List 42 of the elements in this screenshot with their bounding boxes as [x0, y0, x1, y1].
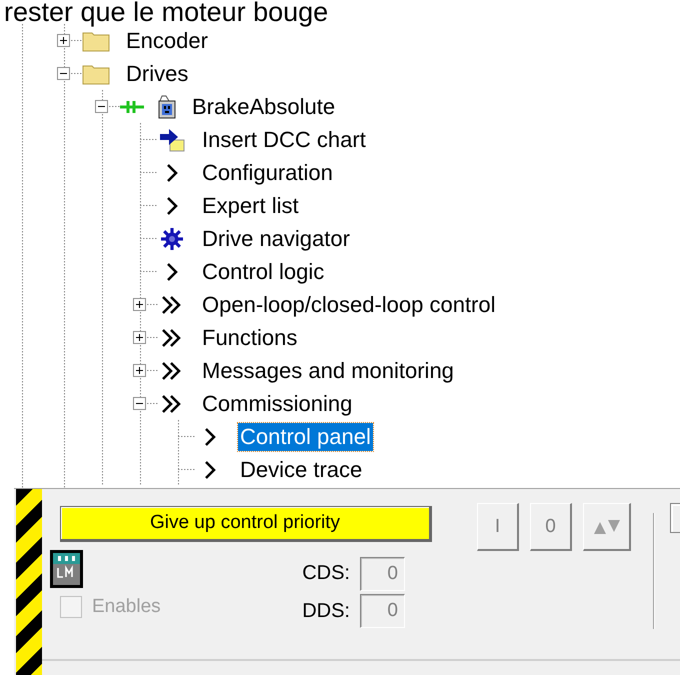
- up-down-button[interactable]: [583, 503, 631, 551]
- folder-icon: [82, 62, 110, 84]
- tree-item[interactable]: Expert list: [200, 192, 301, 220]
- tree-item[interactable]: Messages and monitoring: [200, 356, 456, 384]
- enables-label: Enables: [92, 596, 161, 618]
- expand-button[interactable]: [57, 34, 70, 47]
- collapse-button[interactable]: [133, 397, 146, 410]
- tree-item[interactable]: BrakeAbsolute: [190, 92, 338, 120]
- tree-item[interactable]: Configuration: [200, 158, 335, 186]
- tree-item[interactable]: Drive navigator: [200, 224, 352, 252]
- lm-icon[interactable]: [50, 550, 83, 588]
- expand-button[interactable]: [133, 331, 146, 344]
- folder-icon: [82, 30, 110, 52]
- arrow-document-icon: [158, 128, 186, 152]
- tree-item[interactable]: Encoder: [124, 26, 210, 54]
- tree-item[interactable]: Control logic: [200, 258, 326, 286]
- device-icon: [158, 94, 176, 118]
- tree-item[interactable]: Open-loop/closed-loop control: [200, 290, 498, 318]
- double-chevron-icon: [161, 328, 183, 348]
- chevron-icon: [165, 162, 179, 182]
- chevron-icon: [203, 460, 217, 480]
- gear-icon: [158, 226, 186, 250]
- collapse-button[interactable]: [95, 100, 108, 113]
- tree-item[interactable]: Control panel: [238, 422, 373, 450]
- tree-item[interactable]: Drives: [124, 60, 190, 88]
- cds-label: CDS:: [301, 562, 350, 585]
- double-chevron-icon: [161, 294, 183, 314]
- chevron-icon: [165, 196, 179, 216]
- tree-item[interactable]: Commissioning: [200, 390, 354, 418]
- double-chevron-icon: [161, 394, 183, 414]
- dds-label: DDS:: [301, 600, 350, 622]
- up-down-arrows-icon: [592, 518, 620, 534]
- double-chevron-icon: [161, 360, 183, 380]
- priority-button[interactable]: Give up control priority: [60, 506, 432, 542]
- collapse-button[interactable]: [57, 67, 70, 80]
- tree-item[interactable]: Functions: [200, 324, 300, 352]
- chevron-icon: [203, 426, 217, 446]
- expand-button[interactable]: [133, 364, 146, 377]
- tree-item[interactable]: Insert DCC chart: [200, 126, 368, 154]
- expand-button[interactable]: [133, 298, 146, 311]
- chevron-icon: [165, 262, 179, 282]
- tree-item[interactable]: Device trace: [238, 456, 364, 484]
